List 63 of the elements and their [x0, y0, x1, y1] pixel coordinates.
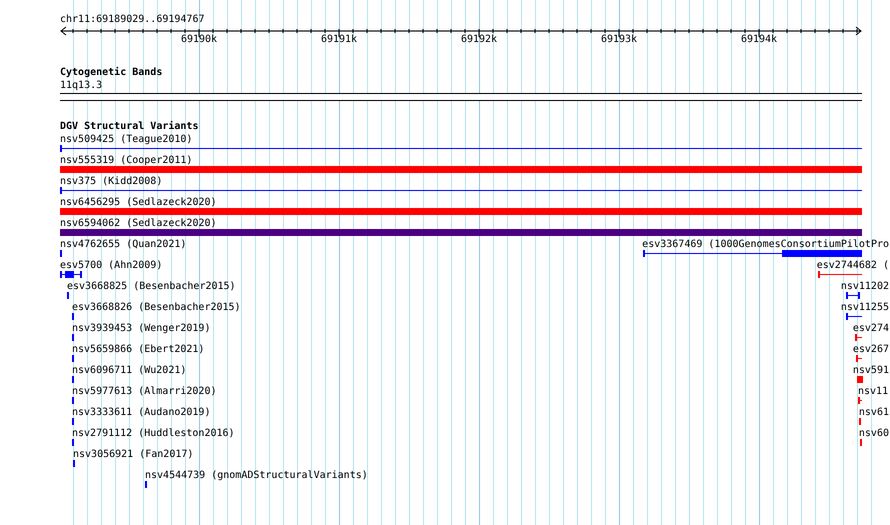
- variant-label: nsv11: [858, 386, 888, 398]
- variant-label: nsv11255: [840, 302, 889, 314]
- variant-glyph[interactable]: [643, 250, 862, 257]
- variant-tick[interactable]: [72, 376, 74, 383]
- track-title: Cytogenetic Bands: [60, 67, 162, 79]
- variant-label: esv3668825 (Besenbacher2015): [67, 281, 236, 293]
- variant-bar[interactable]: [857, 376, 863, 383]
- ruler-tick-label: 69190k: [180, 34, 218, 46]
- variant-bar[interactable]: [60, 208, 862, 215]
- variant-label: nsv11202: [840, 281, 889, 293]
- variant-label: nsv2791112 (Huddleston2016): [72, 428, 235, 440]
- ruler-tick-label: 69194k: [740, 34, 778, 46]
- variant-label: nsv5977613 (Almarri2020): [72, 386, 216, 398]
- variant-label: nsv509425 (Teague2010): [60, 134, 192, 146]
- variant-tick[interactable]: [72, 334, 74, 341]
- variant-label: esv3367469 (1000GenomesConsortiumPilotPro: [642, 239, 890, 251]
- variant-glyph[interactable]: [60, 271, 82, 278]
- variant-label: nsv375 (Kidd2008): [60, 176, 162, 188]
- band-label: 11q13.3: [60, 80, 102, 92]
- variant-line[interactable]: [60, 187, 862, 194]
- variant-line[interactable]: [855, 334, 862, 341]
- variant-tick[interactable]: [72, 418, 74, 425]
- variant-label: nsv61: [858, 407, 889, 419]
- location-label: chr11:69189029..69194767: [60, 14, 204, 26]
- variant-label: nsv3333611 (Audano2019): [72, 407, 210, 419]
- variant-line[interactable]: [856, 355, 862, 362]
- ruler-tick-label: 69192k: [460, 34, 498, 46]
- variant-label: nsv591: [852, 365, 889, 377]
- variant-tick[interactable]: [72, 355, 74, 362]
- variant-tick[interactable]: [72, 397, 74, 404]
- variant-tick[interactable]: [60, 250, 62, 257]
- variant-label: nsv555319 (Cooper2011): [60, 155, 192, 167]
- variant-tick[interactable]: [72, 439, 74, 446]
- variant-line[interactable]: [818, 271, 862, 278]
- variant-line[interactable]: [858, 397, 862, 404]
- variant-label: esv267: [852, 344, 889, 356]
- variant-tick[interactable]: [145, 481, 147, 488]
- variant-label: nsv4762655 (Quan2021): [60, 239, 186, 251]
- variant-label: nsv3056921 (Fan2017): [73, 449, 194, 461]
- variant-bar[interactable]: [60, 166, 862, 173]
- variant-label: nsv4544739 (gnomADStructuralVariants): [145, 470, 368, 482]
- ruler-tick-label: 69191k: [320, 34, 358, 46]
- ruler-tick-label: 69193k: [600, 34, 638, 46]
- variant-tick[interactable]: [67, 292, 69, 299]
- variant-line[interactable]: [846, 313, 862, 320]
- variant-label: esv5700 (Ahn2009): [60, 260, 162, 272]
- variant-label: nsv5659866 (Ebert2021): [72, 344, 204, 356]
- variant-label: nsv6456295 (Sedlazeck2020): [60, 197, 217, 209]
- variant-label: nsv6594062 (Sedlazeck2020): [60, 218, 217, 230]
- variant-label: nsv3939453 (Wenger2019): [72, 323, 210, 335]
- variant-label: nsv6096711 (Wu2021): [72, 365, 186, 377]
- variant-tick[interactable]: [859, 418, 861, 425]
- variant-label: esv2744682 (: [816, 260, 889, 272]
- variant-label: nsv60: [858, 428, 889, 440]
- variant-tick[interactable]: [73, 460, 75, 467]
- variant-line[interactable]: [60, 145, 862, 152]
- variant-bar[interactable]: [60, 229, 862, 236]
- variant-label: esv3668826 (Besenbacher2015): [72, 302, 241, 314]
- track-title: DGV Structural Variants: [60, 121, 198, 133]
- variant-line[interactable]: [846, 292, 860, 299]
- variant-tick[interactable]: [72, 313, 74, 320]
- variant-tick[interactable]: [860, 439, 862, 446]
- variant-label: esv274: [852, 323, 889, 335]
